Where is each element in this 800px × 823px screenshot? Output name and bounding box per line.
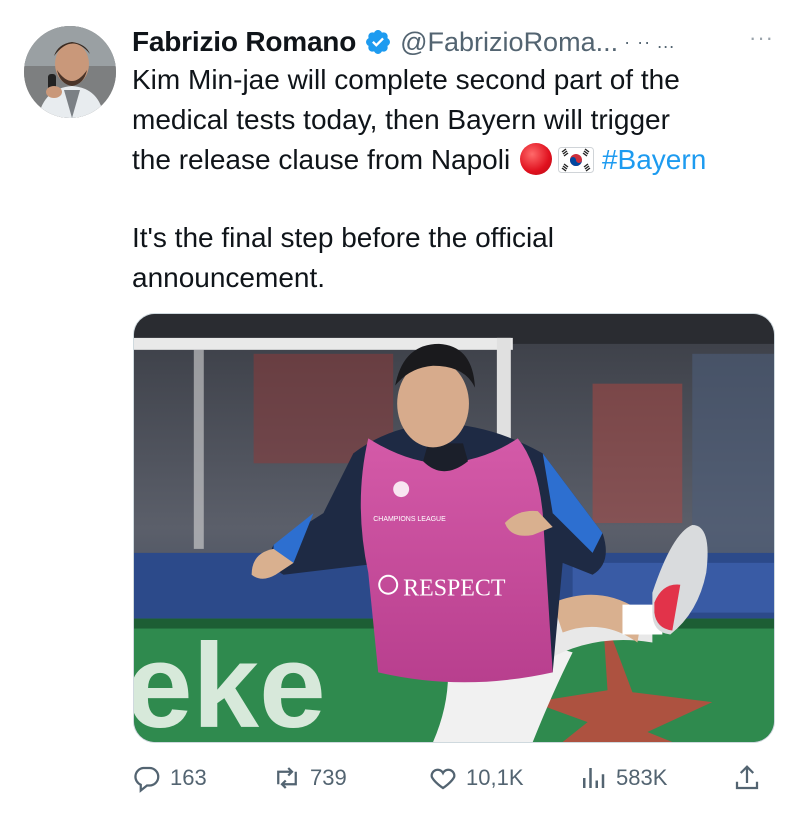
- like-count: 10,1K: [466, 765, 524, 790]
- author-handle[interactable]: @FabrizioRoma...: [400, 27, 618, 58]
- author-avatar[interactable]: [24, 26, 116, 118]
- reply-button[interactable]: 163: [132, 758, 207, 798]
- tweet-para2-line-2: announcement.: [132, 262, 326, 293]
- bib-badge-text: CHAMPIONS LEAGUE: [373, 516, 446, 523]
- tweet-line-3-text: the release clause from Napoli: [132, 144, 511, 175]
- red-circle-emoji: [519, 143, 552, 175]
- like-button[interactable]: 10,1K: [428, 758, 524, 798]
- views-button[interactable]: 583K: [578, 758, 667, 798]
- repost-button[interactable]: 739: [272, 758, 347, 798]
- tweet-line-3: the release clause from Napoli #Bayern: [132, 140, 782, 180]
- reply-count: 163: [170, 765, 207, 790]
- tweet-line-2: medical tests today, then Bayern will tr…: [132, 104, 670, 135]
- tweet-line-1: Kim Min-jae will complete second part of…: [132, 64, 680, 95]
- tweet-media-photo[interactable]: eke CHAMPIONS LEAGUE RESPECT: [133, 313, 775, 743]
- tweet-text: Kim Min-jae will complete second part of…: [132, 60, 782, 298]
- heart-icon: [430, 768, 456, 790]
- repost-icon: [277, 767, 297, 789]
- verified-badge-icon: [364, 28, 392, 56]
- share-button[interactable]: [732, 758, 770, 798]
- avatar-image: [24, 26, 116, 118]
- repost-count: 739: [310, 765, 347, 790]
- tweet-header: Fabrizio Romano @FabrizioRoma... · ·· ..…: [132, 24, 774, 60]
- south-korea-flag-emoji: [557, 147, 594, 173]
- ad-board-text: eke: [134, 620, 326, 742]
- tweet-para2-line-1: It's the final step before the official: [132, 222, 554, 253]
- reply-icon: [134, 766, 160, 793]
- hashtag-link[interactable]: #Bayern: [602, 144, 706, 175]
- tweet-actions: 163 739 10,1K 583K: [132, 758, 774, 798]
- author-display-name[interactable]: Fabrizio Romano: [132, 26, 356, 58]
- views-bar-chart-icon: [583, 768, 605, 788]
- player-photo: eke CHAMPIONS LEAGUE RESPECT: [134, 314, 774, 742]
- share-icon: [735, 765, 759, 790]
- tweet-timestamp: · ·· ...: [624, 31, 676, 52]
- bib-respect-text: RESPECT: [403, 576, 506, 602]
- views-count: 583K: [616, 765, 668, 790]
- more-icon[interactable]: ···: [749, 24, 774, 52]
